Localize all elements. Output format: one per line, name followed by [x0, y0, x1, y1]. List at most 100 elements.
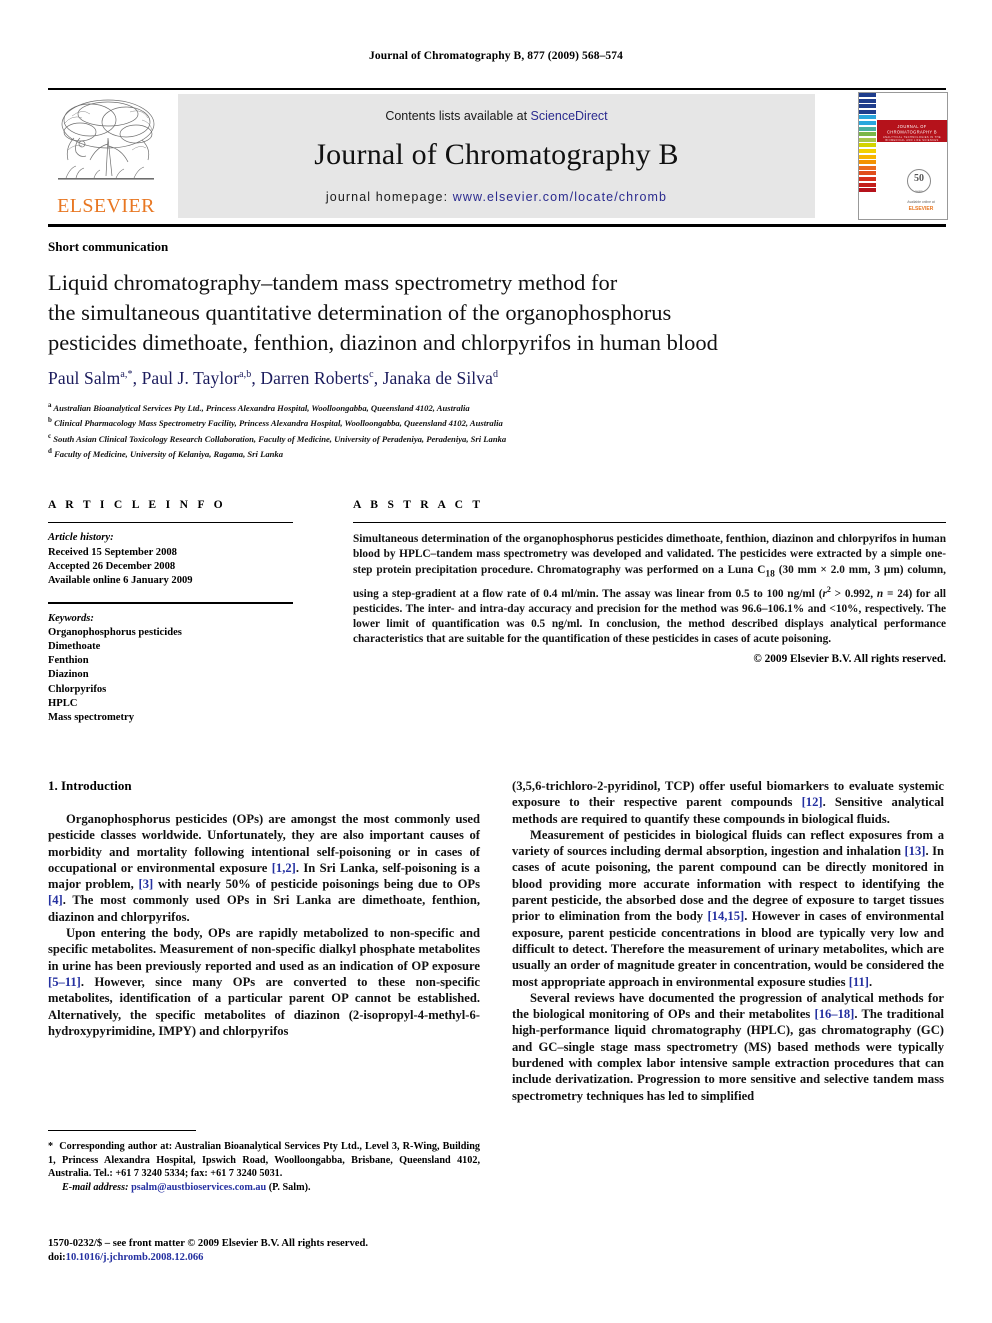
doi-link[interactable]: 10.1016/j.jchromb.2008.12.066 [66, 1252, 204, 1263]
homepage-label: journal homepage: [325, 190, 453, 204]
cover-stripe [859, 154, 876, 159]
affiliation-mark-a: a [48, 401, 52, 409]
body-paragraph: Upon entering the body, OPs are rapidly … [48, 926, 480, 1038]
affiliation-a: a Australian Bioanalytical Services Pty … [48, 399, 928, 414]
body-paragraph: Several reviews have documented the prog… [512, 990, 945, 1103]
elsevier-wordmark: ELSEVIER [57, 195, 155, 217]
affiliation-text-d: Faculty of Medicine, University of Kelan… [54, 448, 283, 459]
article-history-online: Available online 6 January 2009 [48, 575, 193, 586]
affiliation-text-c: South Asian Clinical Toxicology Research… [53, 433, 507, 444]
article-info-separator [48, 602, 293, 604]
cover-bottom-sub: Available online at [907, 200, 935, 205]
cover-stripe [859, 109, 876, 114]
cover-stripe [859, 182, 876, 187]
cover-stripe [859, 120, 876, 125]
cover-stripe [859, 165, 876, 170]
cover-stripe [859, 160, 876, 165]
cover-anniversary-label: years [915, 189, 923, 193]
cover-anniversary-number: 50 [914, 173, 924, 184]
journal-cover-thumbnail: JOURNAL OF CHROMATOGRAPHY B ANALYTICAL T… [858, 92, 948, 220]
contents-list-line: Contents lists available at ScienceDirec… [178, 109, 815, 123]
cover-banner-title: JOURNAL OF CHROMATOGRAPHY B [887, 123, 937, 135]
keyword-item: Chlorpyrifos [48, 683, 107, 695]
article-history-label: Article history: [48, 532, 114, 544]
journal-homepage-line: journal homepage: www.elsevier.com/locat… [178, 190, 815, 204]
cover-color-stripes [859, 93, 876, 219]
body-paragraph: Measurement of pesticides in biological … [512, 827, 944, 989]
cover-title-banner: JOURNAL OF CHROMATOGRAPHY B ANALYTICAL T… [877, 120, 947, 142]
article-history-accepted: Accepted 26 December 2008 [48, 560, 176, 572]
title-line-3: pesticides dimethoate, fenthion, diazino… [48, 330, 718, 355]
affiliation-text-a: Australian Bioanalytical Services Pty Lt… [53, 402, 470, 413]
cover-stripe [859, 98, 876, 103]
body-column-left: 1. Introduction Organophosphorus pestici… [48, 778, 480, 1039]
imprint-block: 1570-0232/$ – see front matter © 2009 El… [48, 1237, 508, 1266]
affiliation-mark-b: b [48, 416, 52, 425]
body-column-right: (3,5,6-trichloro-2-pyridinol, TCP) offer… [512, 778, 944, 1104]
article-info-rule [48, 522, 293, 524]
cover-stripe [859, 115, 876, 120]
abstract-panel: A B S T R A C T Simultaneous determinati… [353, 498, 946, 665]
corresponding-author-footnote: * Corresponding author at: Australian Bi… [48, 1140, 480, 1194]
affiliation-c: c South Asian Clinical Toxicology Resear… [48, 430, 928, 445]
cover-stripe [859, 176, 876, 181]
masthead-center-band: Contents lists available at ScienceDirec… [178, 94, 815, 218]
cover-stripe [859, 104, 876, 109]
elsevier-tree-icon [50, 94, 162, 192]
sciencedirect-link[interactable]: ScienceDirect [531, 109, 608, 123]
affiliation-list: a Australian Bioanalytical Services Pty … [48, 399, 928, 460]
title-line-1: Liquid chromatography–tandem mass spectr… [48, 270, 618, 295]
article-type-label: Short communication [48, 239, 169, 254]
affiliation-mark-c: c [48, 431, 52, 440]
body-paragraph: Organophosphorus pesticides (OPs) are am… [48, 812, 480, 924]
cover-stripe [859, 143, 876, 148]
email-line: E-mail address: psalm@austbioservices.co… [48, 1181, 480, 1195]
abstract-heading: A B S T R A C T [353, 498, 484, 511]
cover-stripe [859, 171, 876, 176]
article-history-block: Article history: Received 15 September 2… [48, 531, 313, 588]
cover-stripe [859, 126, 876, 131]
journal-masthead: ELSEVIER Contents lists available at Sci… [48, 88, 948, 220]
cover-anniversary-seal: 50 years [907, 169, 931, 193]
footnote-rule [48, 1130, 196, 1132]
running-head: Journal of Chromatography B, 877 (2009) … [369, 50, 623, 62]
cover-stripe [859, 93, 876, 97]
doi-label: doi: [48, 1252, 66, 1264]
homepage-url-link[interactable]: www.elsevier.com/locate/chromb [453, 190, 667, 204]
section-heading-introduction: 1. Introduction [48, 778, 132, 793]
corresponding-author-text: * Corresponding author at: Australian Bi… [48, 1141, 480, 1180]
keyword-item: Organophosphorus pesticides [48, 626, 182, 638]
affiliation-text-b: Clinical Pharmacology Mass Spectrometry … [54, 418, 503, 429]
cover-bottom-logo: Available online at ELSEVIER [903, 200, 939, 213]
cover-bottom-brand: ELSEVIER [908, 205, 934, 212]
keywords-label: Keywords: [48, 612, 94, 624]
cover-stripe [859, 132, 876, 137]
affiliation-mark-d: d [48, 446, 52, 455]
journal-title: Journal of Chromatography B [314, 138, 679, 171]
author-list: Paul Salma,*, Paul J. Taylora,b, Darren … [48, 368, 499, 388]
keywords-block: Keywords: Organophosphorus pesticides Di… [48, 612, 313, 726]
keyword-item: HPLC [48, 697, 78, 709]
keyword-item: Diazinon [48, 669, 89, 681]
affiliation-b: b Clinical Pharmacology Mass Spectrometr… [48, 414, 928, 429]
page-title: Liquid chromatography–tandem mass spectr… [48, 268, 928, 358]
cover-banner-subtitle: ANALYTICAL TECHNOLOGIES IN THE BIOMEDICA… [882, 135, 942, 143]
article-info-panel: A R T I C L E I N F O Article history: R… [48, 498, 313, 725]
article-history-received: Received 15 September 2008 [48, 546, 177, 558]
journal-article-page: Journal of Chromatography B, 877 (2009) … [0, 0, 992, 1323]
keyword-item: Mass spectrometry [48, 712, 134, 724]
abstract-text: Simultaneous determination of the organo… [353, 533, 946, 645]
elsevier-logo: ELSEVIER [50, 94, 162, 218]
imprint-frontmatter: 1570-0232/$ – see front matter © 2009 El… [48, 1238, 368, 1249]
email-link[interactable]: psalm@austbioservices.com.au [131, 1182, 266, 1193]
email-label: E-mail address: [62, 1181, 129, 1193]
article-info-heading: A R T I C L E I N F O [48, 498, 226, 511]
masthead-bottom-rule [48, 224, 946, 227]
email-owner: (P. Salm). [268, 1181, 311, 1193]
keyword-item: Dimethoate [48, 641, 101, 652]
masthead-top-rule [48, 88, 946, 90]
abstract-copyright: © 2009 Elsevier B.V. All rights reserved… [753, 653, 946, 666]
contents-prefix: Contents lists available at [385, 109, 531, 123]
keyword-item: Fenthion [48, 655, 89, 667]
cover-stripe [859, 188, 876, 193]
